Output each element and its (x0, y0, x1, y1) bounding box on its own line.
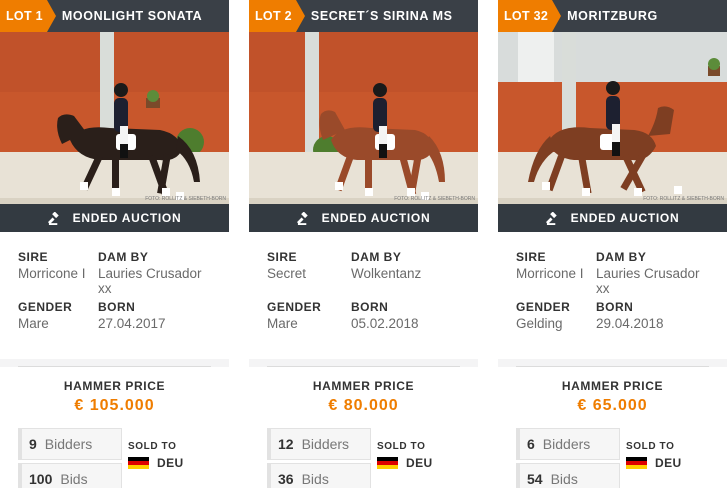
auction-card[interactable]: LOT 2 SECRET´S SIRINA MS FOTO: ROLLITZ &… (249, 0, 478, 488)
horse-name[interactable]: SECRET´S SIRINA MS (311, 9, 453, 23)
horse-photo[interactable]: FOTO: ROLLITZ & SIEBETH-BORN (0, 32, 229, 204)
born-value: 27.04.2017 (98, 316, 166, 331)
sold-to-country: DEU (377, 456, 433, 470)
bidders-count: 9 Bidders (18, 428, 122, 460)
bids-count: 100 Bids (18, 463, 122, 488)
gender-value: Mare (267, 316, 298, 331)
born-label: BORN (98, 300, 136, 314)
bids-number: 54 (527, 471, 543, 487)
dam-by-value: Lauries Crusador xx (596, 266, 700, 296)
photo-credit: FOTO: ROLLITZ & SIEBETH-BORN (643, 196, 724, 202)
bids-count: 54 Bids (516, 463, 620, 488)
horse-details: SIRE Secret DAM BY Wolkentanz GENDER Mar… (249, 232, 478, 359)
country-code: DEU (655, 456, 682, 470)
auction-card[interactable]: LOT 32 MORITZBURG FOTO: ROLLITZ & SIEBET… (498, 0, 727, 488)
dam-by-value: Wolkentanz (351, 266, 422, 281)
lot-badge: LOT 1 (0, 0, 56, 32)
bids-label: Bids (550, 471, 578, 487)
sold-to-label: SOLD TO (128, 441, 177, 452)
photo-credit: FOTO: ROLLITZ & SIEBETH-BORN (145, 196, 226, 202)
born-label: BORN (351, 300, 389, 314)
gavel-icon (296, 211, 310, 225)
sire-label: SIRE (516, 250, 547, 264)
hammer-price-value: € 105.000 (74, 397, 155, 414)
ended-auction-label: ENDED AUCTION (321, 211, 431, 225)
gender-value: Mare (18, 316, 49, 331)
gender-label: GENDER (267, 300, 322, 314)
ended-auction-bar: ENDED AUCTION (249, 204, 478, 232)
horse-details: SIRE Morricone I DAM BY Lauries Crusador… (498, 232, 727, 359)
lot-badge: LOT 32 (498, 0, 562, 32)
horse-photo[interactable]: FOTO: ROLLITZ & SIEBETH-BORN (498, 32, 727, 204)
gender-value: Gelding (516, 316, 563, 331)
price-section: HAMMER PRICE € 65.000 6 Bidders 54 Bids … (498, 367, 727, 488)
bids-number: 100 (29, 471, 53, 487)
country-code: DEU (157, 456, 184, 470)
gender-label: GENDER (516, 300, 571, 314)
bids-label: Bids (60, 471, 88, 487)
bidders-label: Bidders (44, 436, 93, 452)
photo-credit: FOTO: ROLLITZ & SIEBETH-BORN (394, 196, 475, 202)
hammer-price-label: HAMMER PRICE (561, 379, 664, 393)
bidders-count: 6 Bidders (516, 428, 620, 460)
horse-name[interactable]: MOONLIGHT SONATA (62, 9, 202, 23)
born-value: 05.02.2018 (351, 316, 419, 331)
gavel-icon (545, 211, 559, 225)
card-header[interactable]: LOT 1 MOONLIGHT SONATA (0, 0, 229, 32)
ended-auction-bar: ENDED AUCTION (0, 204, 229, 232)
hammer-price-label: HAMMER PRICE (312, 379, 415, 393)
ended-auction-label: ENDED AUCTION (570, 211, 680, 225)
bidders-count: 12 Bidders (267, 428, 371, 460)
sold-to-label: SOLD TO (377, 441, 426, 452)
sold-to-country: DEU (626, 456, 682, 470)
bids-number: 36 (278, 471, 294, 487)
hammer-price-value: € 80.000 (328, 397, 399, 414)
bidders-number: 6 (527, 436, 535, 452)
sire-value: Morricone I (516, 266, 584, 281)
sire-label: SIRE (18, 250, 49, 264)
hammer-price-label: HAMMER PRICE (63, 379, 166, 393)
horse-photo[interactable]: FOTO: ROLLITZ & SIEBETH-BORN (249, 32, 478, 204)
card-header[interactable]: LOT 32 MORITZBURG (498, 0, 727, 32)
bids-count: 36 Bids (267, 463, 371, 488)
bidders-label: Bidders (542, 436, 591, 452)
germany-flag-icon (377, 456, 398, 470)
bidders-number: 9 (29, 436, 37, 452)
bidders-label: Bidders (301, 436, 350, 452)
sold-to-label: SOLD TO (626, 441, 675, 452)
ended-auction-label: ENDED AUCTION (72, 211, 182, 225)
lot-badge: LOT 2 (249, 0, 305, 32)
germany-flag-icon (128, 456, 149, 470)
germany-flag-icon (626, 456, 647, 470)
horse-name[interactable]: MORITZBURG (567, 9, 658, 23)
auction-card[interactable]: LOT 1 MOONLIGHT SONATA FOTO: ROLLITZ & S… (0, 0, 229, 488)
dam-by-value: Lauries Crusador xx (98, 266, 202, 296)
bidders-number: 12 (278, 436, 294, 452)
born-label: BORN (596, 300, 634, 314)
card-header[interactable]: LOT 2 SECRET´S SIRINA MS (249, 0, 478, 32)
price-section: HAMMER PRICE € 80.000 12 Bidders 36 Bids… (249, 367, 478, 488)
dam-by-label: DAM BY (596, 250, 647, 264)
gender-label: GENDER (18, 300, 73, 314)
horse-details: SIRE Morricone I DAM BY Lauries Crusador… (0, 232, 229, 359)
sire-value: Secret (267, 266, 307, 281)
ended-auction-bar: ENDED AUCTION (498, 204, 727, 232)
country-code: DEU (406, 456, 433, 470)
sire-label: SIRE (267, 250, 298, 264)
price-section: HAMMER PRICE € 105.000 9 Bidders 100 Bid… (0, 367, 229, 488)
gavel-icon (47, 211, 61, 225)
sold-to-country: DEU (128, 456, 184, 470)
bids-label: Bids (301, 471, 329, 487)
sire-value: Morricone I (18, 266, 86, 281)
dam-by-label: DAM BY (351, 250, 402, 264)
dam-by-label: DAM BY (98, 250, 149, 264)
born-value: 29.04.2018 (596, 316, 664, 331)
hammer-price-value: € 65.000 (577, 397, 648, 414)
